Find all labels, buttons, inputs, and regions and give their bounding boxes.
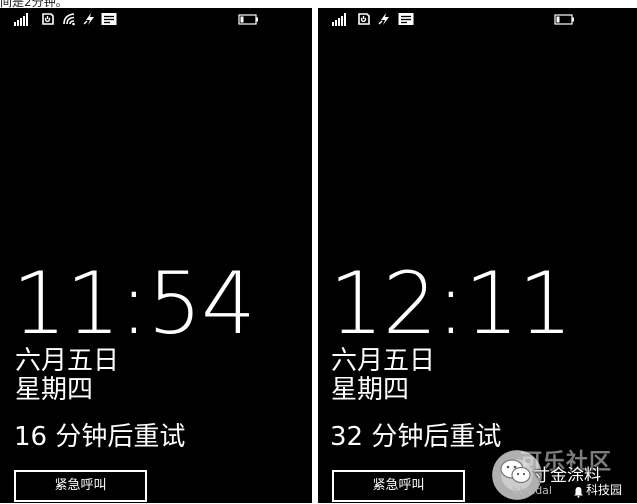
sync-icon [40,12,56,26]
signal-bars-icon [332,12,348,26]
signal-bars-icon [14,12,30,26]
lock-weekday: 星期四 [15,375,94,405]
watermark-url: bbs.dal [512,484,552,497]
emergency-call-button[interactable]: 紧急呼叫 [14,470,147,502]
battery-icon [554,12,576,26]
retry-message: 16 分钟后重试 [14,422,186,452]
lock-clock: 12:11 [329,254,573,354]
status-bar [0,12,312,26]
status-bar [318,12,637,26]
lock-weekday: 星期四 [331,375,410,405]
data-connection-icon [82,12,98,26]
emergency-call-button[interactable]: 紧急呼叫 [332,470,465,502]
lock-screen-left: 11:54 六月五日 星期四 16 分钟后重试 紧急呼叫 [0,8,312,503]
lock-date: 六月五日 [331,346,436,376]
lock-clock: 11:54 [12,254,256,354]
data-connection-icon [377,12,393,26]
message-icon [398,12,414,26]
battery-icon [238,12,260,26]
sync-icon [356,12,372,26]
bell-icon [573,483,584,498]
retry-message: 32 分钟后重试 [330,422,502,452]
lock-screen-right: 12:11 六月五日 星期四 32 分钟后重试 紧急呼叫 [318,8,637,503]
message-icon [101,12,117,26]
wifi-icon [62,12,78,26]
lock-date: 六月五日 [15,346,120,376]
